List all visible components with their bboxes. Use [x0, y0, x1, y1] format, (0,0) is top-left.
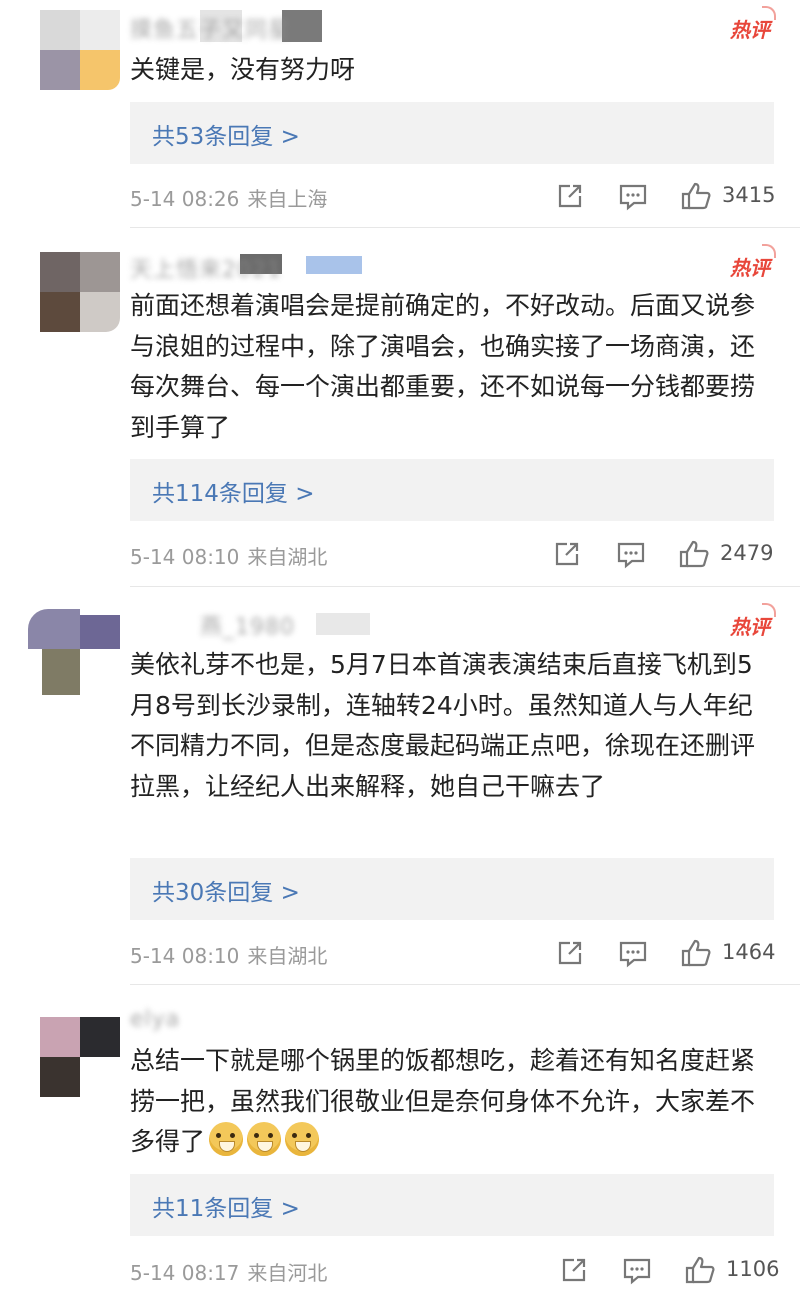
- username[interactable]: 燕_1980: [200, 609, 295, 641]
- avatar[interactable]: [28, 609, 120, 695]
- like-icon[interactable]: [680, 181, 712, 211]
- comment-item: elya 总结一下就是哪个锅里的饭都想吃，趁着还有知名度赶紧捞一把，虽然我们很敬…: [0, 985, 800, 1300]
- like-count: 2479: [720, 541, 774, 565]
- view-replies-button[interactable]: 共30条回复 >: [130, 858, 774, 920]
- comment-meta: 5-14 08:26 来自上海: [130, 183, 327, 212]
- hot-comment-badge: 热评: [730, 603, 776, 640]
- view-replies-button[interactable]: 共11条回复 >: [130, 1174, 774, 1236]
- comment-date: 5-14 08:10: [130, 944, 240, 968]
- comment-location: 来自湖北: [247, 944, 328, 968]
- avatar[interactable]: [40, 252, 120, 332]
- comment-item: 天上悟来2021 热评 前面还想着演唱会是提前确定的，不好改动。后面又说参与浪姐…: [0, 228, 800, 586]
- avatar-mosaic-block: [80, 1017, 120, 1057]
- avatar-mosaic-block: [80, 615, 120, 649]
- comment-meta: 5-14 08:10 来自湖北: [130, 541, 327, 570]
- replies-label: 共53条回复 >: [152, 124, 300, 150]
- comment-text: 前面还想着演唱会是提前确定的，不好改动。后面又说参与浪姐的过程中，除了演唱会，也…: [130, 291, 756, 442]
- comment-location: 来自湖北: [247, 545, 328, 569]
- doge-emoji: [209, 1122, 244, 1156]
- comment-meta: 5-14 08:10 来自湖北: [130, 940, 327, 969]
- doge-emoji: [285, 1122, 320, 1156]
- avatar-mosaic-block: [80, 10, 120, 50]
- like-icon[interactable]: [680, 938, 712, 968]
- comment-text: 关键是，没有努力呀: [130, 55, 356, 84]
- comment-icon[interactable]: [616, 541, 646, 569]
- avatar[interactable]: [40, 1017, 120, 1097]
- comment-text: 美依礼芽不也是，5月7日本首演表演结束后直接飞机到5月8号到长沙录制，连轴转24…: [130, 650, 756, 801]
- avatar-mosaic-block: [80, 292, 120, 332]
- comment-text: 总结一下就是哪个锅里的饭都想吃，趁着还有知名度赶紧捞一把，虽然我们很敬业但是奈何…: [130, 1041, 770, 1169]
- avatar-mosaic-block: [40, 10, 80, 50]
- share-icon[interactable]: [560, 1256, 588, 1284]
- like-icon[interactable]: [678, 539, 710, 569]
- like-count: 3415: [722, 183, 776, 207]
- replies-label: 共30条回复 >: [152, 880, 300, 906]
- comment-icon[interactable]: [618, 183, 648, 211]
- comment-location: 来自上海: [247, 187, 328, 211]
- hot-comment-badge: 热评: [730, 6, 776, 43]
- comment-item: 摸鱼五子又同星 热评 关键是，没有努力呀 共53条回复 > 5-14 08:26…: [0, 0, 800, 228]
- avatar-mosaic-block: [40, 50, 80, 90]
- avatar-mosaic-block: [40, 1057, 80, 1097]
- comment-date: 5-14 08:17: [130, 1261, 240, 1285]
- username[interactable]: elya: [130, 1007, 180, 1032]
- avatar-mosaic-block: [80, 252, 120, 292]
- replies-label: 共11条回复 >: [152, 1196, 300, 1222]
- comment-item: 燕_1980 热评 美依礼芽不也是，5月7日本首演表演结束后直接飞机到5月8号到…: [0, 587, 800, 985]
- username[interactable]: 天上悟来2021: [130, 252, 282, 284]
- comment-location: 来自河北: [247, 1261, 328, 1285]
- doge-emoji: [247, 1122, 282, 1156]
- comment-icon[interactable]: [622, 1257, 652, 1285]
- like-count: 1106: [726, 1257, 780, 1281]
- emoji-group: [205, 1122, 320, 1169]
- replies-label: 共114条回复 >: [152, 481, 315, 507]
- like-icon[interactable]: [684, 1255, 716, 1285]
- share-icon[interactable]: [556, 182, 584, 210]
- avatar[interactable]: [40, 10, 120, 90]
- share-icon[interactable]: [553, 540, 581, 568]
- share-icon[interactable]: [556, 939, 584, 967]
- username-mosaic: [316, 613, 370, 635]
- avatar-mosaic-block: [80, 50, 120, 90]
- avatar-mosaic-block: [40, 292, 80, 332]
- comment-icon[interactable]: [618, 940, 648, 968]
- view-replies-button[interactable]: 共53条回复 >: [130, 102, 774, 164]
- avatar-mosaic-block: [42, 649, 80, 695]
- username-mosaic: [306, 256, 362, 274]
- comment-date: 5-14 08:10: [130, 545, 240, 569]
- comment-date: 5-14 08:26: [130, 187, 240, 211]
- hot-comment-badge: 热评: [730, 244, 776, 281]
- username[interactable]: 摸鱼五子又同星: [130, 12, 291, 44]
- view-replies-button[interactable]: 共114条回复 >: [130, 459, 774, 521]
- comment-meta: 5-14 08:17 来自河北: [130, 1257, 327, 1286]
- like-count: 1464: [722, 940, 776, 964]
- avatar-mosaic-block: [40, 252, 80, 292]
- avatar-mosaic-block: [28, 609, 80, 649]
- avatar-mosaic-block: [40, 1017, 80, 1057]
